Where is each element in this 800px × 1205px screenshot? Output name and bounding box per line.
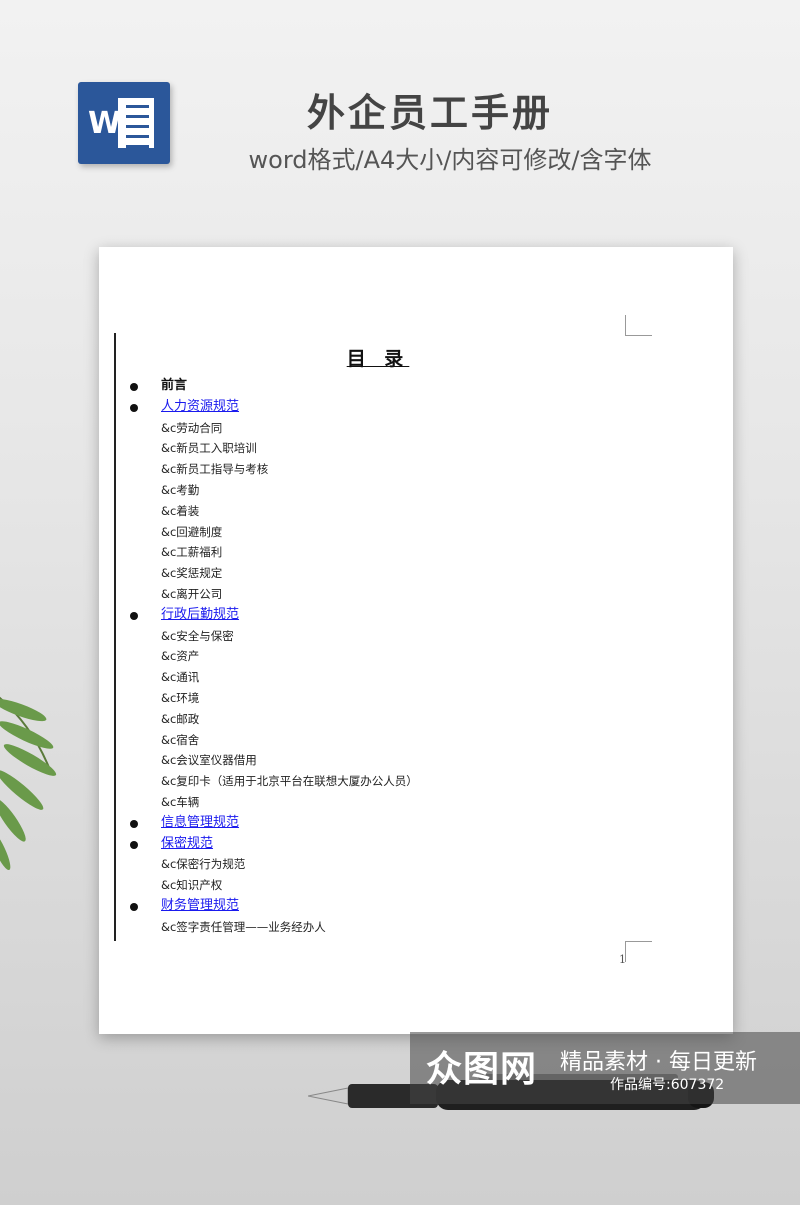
toc-section-item[interactable]: 行政后勤规范 [99, 605, 699, 626]
bullet-dot-icon [130, 840, 138, 849]
crop-mark-top [625, 315, 652, 336]
watermark-slogan: 精品素材 · 每日更新 [560, 1050, 757, 1075]
toc-subitem: &c环境 [99, 688, 699, 709]
bullet-dot-icon [130, 383, 138, 391]
page-subtitle: word格式/A4大小/内容可修改/含字体 [248, 146, 652, 174]
toc-subitem-label: &c复印卡（适用于北京平台在联想大厦办公人员） [161, 774, 418, 789]
bullet-dot-icon [130, 611, 138, 620]
toc-section-item[interactable]: 保密规范 [99, 834, 699, 855]
toc-subitem-label: &c考勤 [161, 482, 200, 497]
toc-subitem: &c通讯 [99, 667, 699, 688]
toc-section-label[interactable]: 信息管理规范 [161, 813, 239, 834]
toc-section-item[interactable]: 财务管理规范 [99, 896, 699, 917]
watermark-banner: 众图网 精品素材 · 每日更新 作品编号:607372 [410, 1032, 800, 1104]
toc-subitem: &c新员工指导与考核 [99, 459, 699, 480]
toc-subitem-label: &c环境 [161, 690, 200, 705]
toc-subitem: &c新员工入职培训 [99, 438, 699, 459]
bullet-dot-icon [130, 819, 138, 828]
toc-subitem: &c回避制度 [99, 522, 699, 543]
toc-section-label[interactable]: 财务管理规范 [161, 896, 239, 917]
toc-subitem: &c车辆 [99, 792, 699, 813]
toc-subitem-label: &c签字责任管理——业务经办人 [161, 919, 326, 934]
toc-subitem-label: &c劳动合同 [161, 420, 223, 435]
toc-subitem: &c考勤 [99, 480, 699, 501]
word-page-glyph [118, 98, 154, 148]
toc-subitem-label: &c新员工入职培训 [161, 441, 257, 456]
toc-subitem: &c工薪福利 [99, 542, 699, 563]
toc-subitem-label: &c邮政 [161, 711, 200, 726]
toc-section-label[interactable]: 人力资源规范 [161, 397, 239, 418]
watermark-brand: 众图网 [426, 1049, 538, 1090]
toc-subitem: &c邮政 [99, 709, 699, 730]
toc-subitem: &c奖惩规定 [99, 563, 699, 584]
toc-subitem: &c保密行为规范 [99, 854, 699, 875]
toc-subitem: &c知识产权 [99, 875, 699, 896]
toc-title: 目 录 [346, 348, 410, 370]
toc-section-label[interactable]: 行政后勤规范 [161, 605, 239, 626]
toc-subitem: &c签字责任管理——业务经办人 [99, 917, 699, 938]
toc-list: 前言人力资源规范 &c劳动合同 &c新员工入职培训 &c新员工指导与考核 &c考勤 &c着… [99, 376, 699, 938]
page-number: 1 [619, 953, 626, 966]
toc-subitem-label: &c资产 [161, 649, 200, 664]
toc-subitem-label: &c安全与保密 [161, 628, 234, 643]
page-title: 外企员工手册 [306, 91, 553, 135]
toc-subitem: &c安全与保密 [99, 626, 699, 647]
toc-subitem: &c劳动合同 [99, 418, 699, 439]
toc-section-item: 前言 [99, 376, 699, 397]
document-page: 目 录 前言人力资源规范 &c劳动合同 &c新员工入职培训 &c新员工指导与考核 &c考… [99, 247, 733, 1034]
plant-leaf-decoration [0, 696, 57, 871]
toc-section-label: 前言 [161, 378, 188, 393]
toc-subitem-label: &c着装 [161, 503, 200, 518]
word-letter: W [88, 106, 122, 141]
toc-subitem: &c复印卡（适用于北京平台在联想大厦办公人员） [99, 771, 699, 792]
toc-subitem: &c会议室仪器借用 [99, 750, 699, 771]
bullet-dot-icon [130, 403, 138, 412]
toc-subitem: &c着装 [99, 501, 699, 522]
bullet-dot-icon [130, 902, 138, 911]
toc-subitem-label: &c车辆 [161, 794, 200, 809]
toc-subitem: &c资产 [99, 646, 699, 667]
toc-subitem-label: &c通讯 [161, 670, 200, 685]
toc-section-item[interactable]: 人力资源规范 [99, 397, 699, 418]
toc-section-item[interactable]: 信息管理规范 [99, 813, 699, 834]
toc-subitem: &c离开公司 [99, 584, 699, 605]
toc-subitem-label: &c回避制度 [161, 524, 223, 539]
toc-subitem-label: &c离开公司 [161, 586, 223, 601]
word-app-icon: W [78, 82, 170, 164]
toc-subitem-label: &c保密行为规范 [161, 857, 246, 872]
toc-subitem-label: &c会议室仪器借用 [161, 753, 257, 768]
toc-section-label[interactable]: 保密规范 [161, 834, 213, 855]
toc-subitem-label: &c知识产权 [161, 878, 223, 893]
toc-subitem-label: &c新员工指导与考核 [161, 462, 269, 477]
toc-subitem-label: &c工薪福利 [161, 545, 223, 560]
toc-subitem-label: &c奖惩规定 [161, 566, 223, 581]
watermark-code: 作品编号:607372 [610, 1077, 725, 1093]
toc-subitem: &c宿舍 [99, 730, 699, 751]
crop-mark-bottom [625, 941, 652, 962]
toc-subitem-label: &c宿舍 [161, 732, 200, 747]
